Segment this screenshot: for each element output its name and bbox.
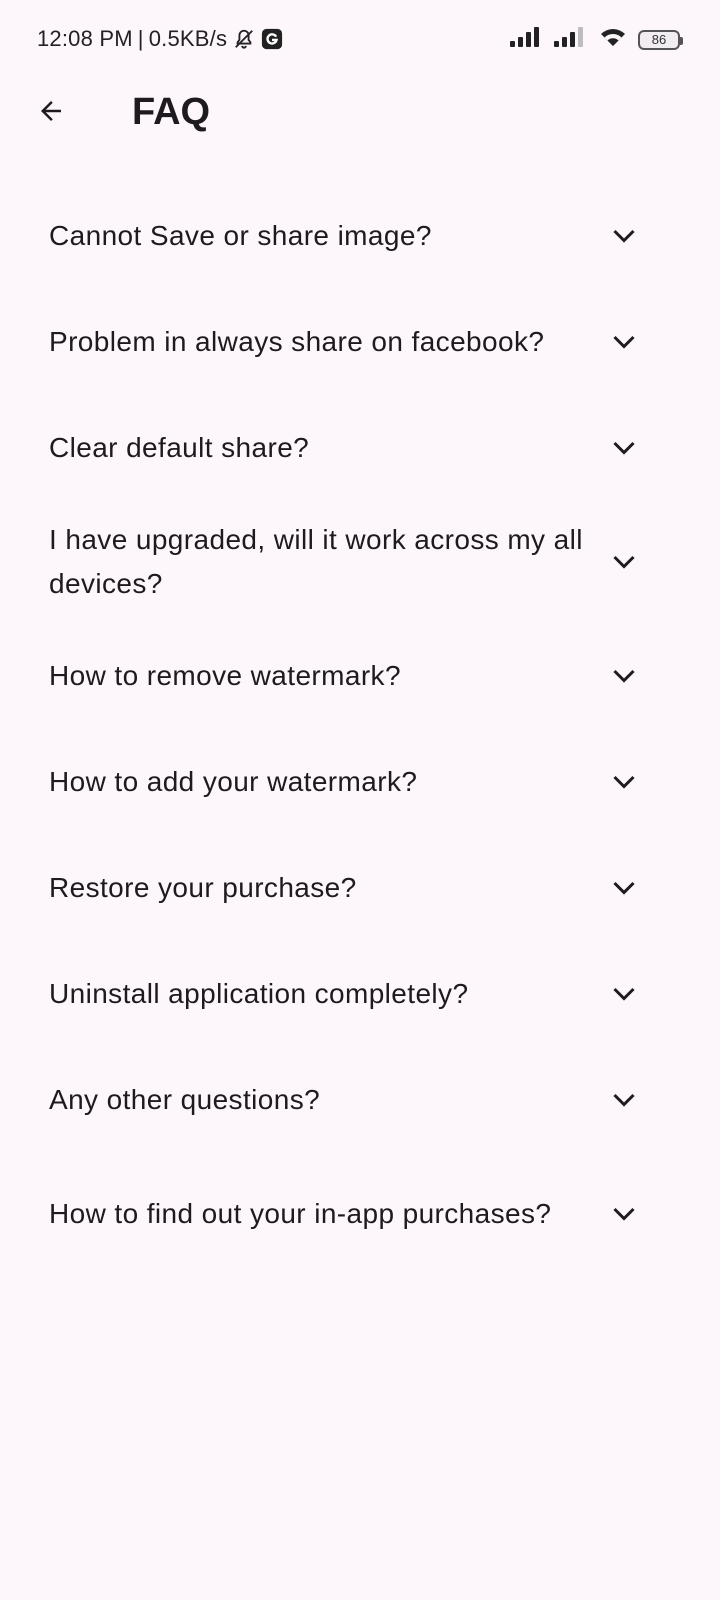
faq-question: How to add your watermark?: [49, 766, 418, 797]
network-speed: 0.5KB/s: [148, 26, 228, 51]
status-right: 86: [510, 26, 683, 53]
signal-icon: [510, 27, 544, 52]
faq-item[interactable]: Uninstall application completely?: [0, 941, 720, 1047]
faq-question: Restore your purchase?: [49, 872, 357, 903]
faq-item[interactable]: Clear default share?: [0, 395, 720, 501]
chevron-down-icon: [612, 1090, 636, 1110]
wifi-icon: [598, 26, 628, 53]
faq-item[interactable]: How to add your watermark?: [0, 729, 720, 835]
faq-item[interactable]: Cannot Save or share image?: [0, 183, 720, 289]
battery-icon: 86: [638, 29, 683, 50]
faq-question: How to find out your in-app purchases?: [49, 1198, 552, 1229]
chevron-down-icon: [612, 772, 636, 792]
faq-item[interactable]: Problem in always share on facebook?: [0, 289, 720, 395]
faq-question: Any other questions?: [49, 1084, 321, 1115]
faq-question: Cannot Save or share image?: [49, 220, 432, 251]
faq-question: Problem in always share on facebook?: [49, 326, 545, 357]
app-bar: FAQ: [0, 80, 720, 144]
chevron-down-icon: [612, 226, 636, 246]
chevron-down-icon: [612, 438, 636, 458]
faq-item[interactable]: How to find out your in-app purchases?: [0, 1153, 720, 1275]
status-bar: 12:08 PM | 0.5KB/s 86: [0, 0, 720, 80]
page-title: FAQ: [132, 91, 211, 133]
status-time: 12:08 PM: [37, 26, 133, 51]
faq-item[interactable]: I have upgraded, will it work across my …: [0, 501, 720, 623]
faq-item[interactable]: Restore your purchase?: [0, 835, 720, 941]
faq-question: Clear default share?: [49, 432, 310, 463]
chevron-down-icon: [612, 332, 636, 352]
chevron-down-icon: [612, 1204, 636, 1224]
arrow-back-icon: [36, 96, 66, 131]
chevron-down-icon: [612, 552, 636, 572]
faq-question: Uninstall application completely?: [49, 978, 469, 1009]
status-left: 12:08 PM | 0.5KB/s: [37, 26, 283, 52]
signal-icon-2: [554, 27, 588, 52]
faq-list: Cannot Save or share image? Problem in a…: [0, 183, 720, 1275]
chevron-down-icon: [612, 984, 636, 1004]
faq-question: I have upgraded, will it work across my …: [49, 524, 583, 599]
faq-question: How to remove watermark?: [49, 660, 401, 691]
chevron-down-icon: [612, 666, 636, 686]
status-separator: |: [137, 26, 144, 51]
g-app-icon: [261, 28, 283, 50]
muted-bell-icon: [233, 28, 255, 50]
back-button[interactable]: [26, 88, 76, 138]
faq-item[interactable]: Any other questions?: [0, 1047, 720, 1153]
chevron-down-icon: [612, 878, 636, 898]
faq-item[interactable]: How to remove watermark?: [0, 623, 720, 729]
